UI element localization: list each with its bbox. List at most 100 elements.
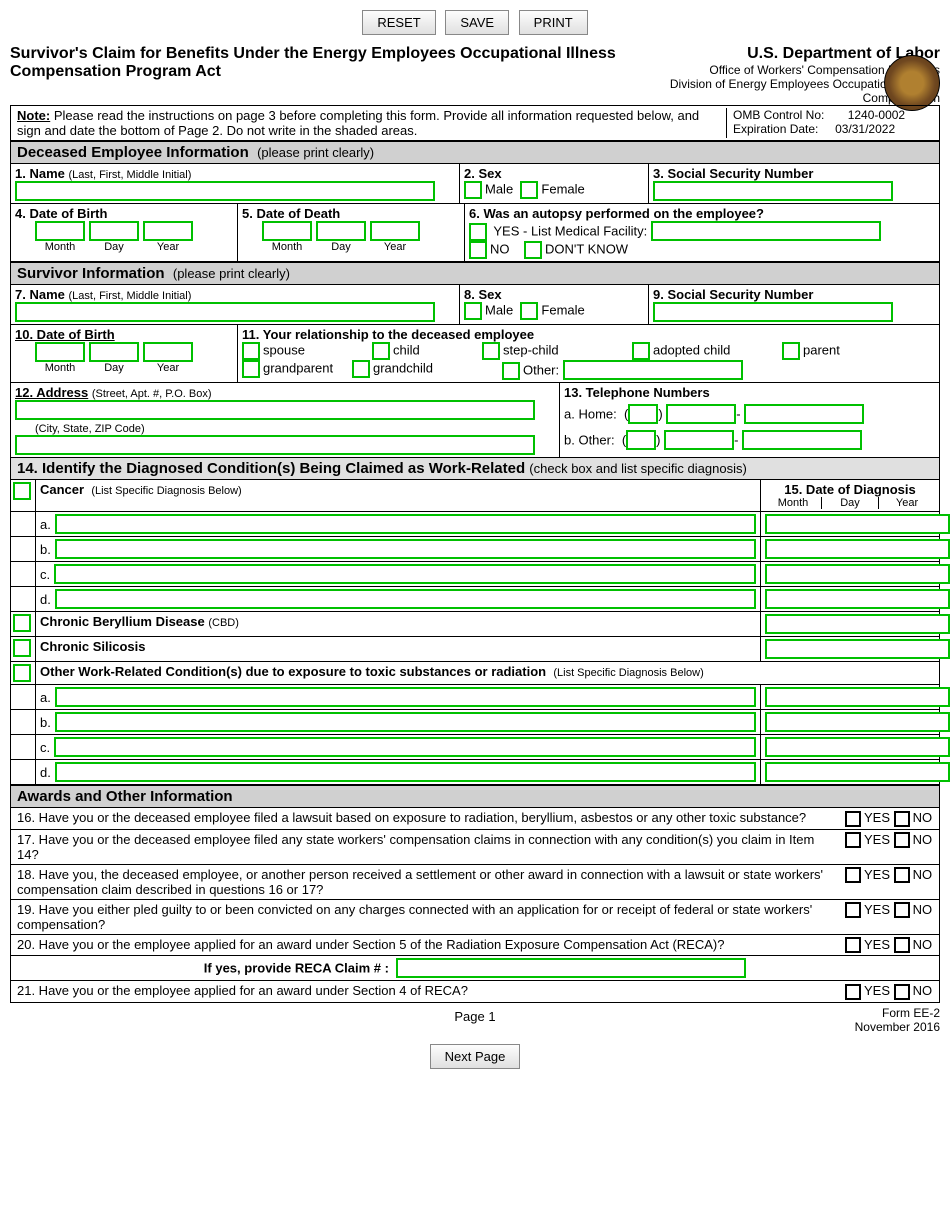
address-street-input[interactable]: [15, 400, 535, 420]
q13b: b. Other:: [564, 433, 615, 448]
other-cond-checkbox[interactable]: [13, 664, 31, 682]
rel-adopted-checkbox[interactable]: [632, 342, 650, 360]
q20b: If yes, provide RECA Claim # :: [204, 961, 389, 976]
rel-spouse-checkbox[interactable]: [242, 342, 260, 360]
other-post-input[interactable]: [742, 430, 862, 450]
q18-no-checkbox[interactable]: [894, 867, 910, 883]
cbd-m-input[interactable]: [765, 614, 950, 634]
q21-yes-checkbox[interactable]: [845, 984, 861, 1000]
q4-label: 4. Date of Birth: [15, 206, 107, 221]
cancer-rows-d-m[interactable]: [765, 589, 950, 609]
cancer-rows-b-m[interactable]: [765, 539, 950, 559]
dol-seal-icon: [884, 55, 940, 111]
autopsy-no-checkbox[interactable]: [469, 241, 487, 259]
silicosis-checkbox[interactable]: [13, 639, 31, 657]
survivor-ssn-input[interactable]: [653, 302, 893, 322]
female-checkbox[interactable]: [520, 181, 538, 199]
reca-claim-input[interactable]: [396, 958, 746, 978]
rel-gchild-checkbox[interactable]: [352, 360, 370, 378]
q17-yes-checkbox[interactable]: [845, 832, 861, 848]
q19-yes-checkbox[interactable]: [845, 902, 861, 918]
rel-gparent-checkbox[interactable]: [242, 360, 260, 378]
home-pre-input[interactable]: [666, 404, 736, 424]
q16-yes-checkbox[interactable]: [845, 811, 861, 827]
q1-hint: (Last, First, Middle Initial): [69, 169, 192, 181]
q21: 21. Have you or the employee applied for…: [11, 981, 841, 1002]
mdy-m: Month: [765, 497, 822, 509]
q6-dk: DON'T KNOW: [545, 242, 628, 257]
print-button[interactable]: PRINT: [519, 10, 588, 35]
dob-month-input[interactable]: [35, 221, 85, 241]
cancer-rows-b-input[interactable]: [55, 539, 756, 559]
rel-child-checkbox[interactable]: [372, 342, 390, 360]
other-rows-c-m[interactable]: [765, 737, 950, 757]
dob-day-input[interactable]: [89, 221, 139, 241]
rel-step-checkbox[interactable]: [482, 342, 500, 360]
q21-no-checkbox[interactable]: [894, 984, 910, 1000]
other-rows-d-m[interactable]: [765, 762, 950, 782]
rel-parent-checkbox[interactable]: [782, 342, 800, 360]
q20-yes-checkbox[interactable]: [845, 937, 861, 953]
other-rows-b-input[interactable]: [55, 712, 756, 732]
sdob-month-input[interactable]: [35, 342, 85, 362]
rel-adopted: adopted child: [653, 343, 730, 358]
address-city-input[interactable]: [15, 435, 535, 455]
male-checkbox[interactable]: [464, 181, 482, 199]
q19-no-checkbox[interactable]: [894, 902, 910, 918]
dod-month-input[interactable]: [262, 221, 312, 241]
reset-button[interactable]: RESET: [362, 10, 435, 35]
other-rows-a-m[interactable]: [765, 687, 950, 707]
q20-no-checkbox[interactable]: [894, 937, 910, 953]
q15-label: 15. Date of Diagnosis: [765, 482, 935, 497]
dod-day-input[interactable]: [316, 221, 366, 241]
cbd-checkbox[interactable]: [13, 614, 31, 632]
cancer-checkbox[interactable]: [13, 482, 31, 500]
surv-female-checkbox[interactable]: [520, 302, 538, 320]
surv-male-checkbox[interactable]: [464, 302, 482, 320]
home-post-input[interactable]: [744, 404, 864, 424]
q6-yes: YES - List Medical Facility:: [493, 224, 647, 239]
autopsy-yes-checkbox[interactable]: [469, 223, 487, 241]
other-pre-input[interactable]: [664, 430, 734, 450]
next-page-button[interactable]: Next Page: [430, 1044, 521, 1069]
q17-no-checkbox[interactable]: [894, 832, 910, 848]
deceased-name-input[interactable]: [15, 181, 435, 201]
sdob-y: Year: [157, 362, 179, 374]
home-area-input[interactable]: [628, 404, 658, 424]
cancer-rows-d-input[interactable]: [55, 589, 756, 609]
dod-year-input[interactable]: [370, 221, 420, 241]
rel-child: child: [393, 343, 420, 358]
dob-d-lbl: Day: [104, 241, 124, 253]
rel-other-checkbox[interactable]: [502, 362, 520, 380]
other-cond-hint: (List Specific Diagnosis Below): [553, 667, 703, 679]
hint-print2: (please print clearly): [173, 266, 290, 281]
cancer-rows-c-m[interactable]: [765, 564, 950, 584]
rel-gparent: grandparent: [263, 361, 333, 376]
q18: 18. Have you, the deceased employee, or …: [11, 865, 841, 899]
sdob-day-input[interactable]: [89, 342, 139, 362]
other-rows-c-input[interactable]: [54, 737, 756, 757]
dob-m-lbl: Month: [45, 241, 76, 253]
rel-other-input[interactable]: [563, 360, 743, 380]
other-rows-b-m[interactable]: [765, 712, 950, 732]
cbd-label: Chronic Beryllium Disease: [40, 614, 205, 629]
dob-year-input[interactable]: [143, 221, 193, 241]
other-rows-a-input[interactable]: [55, 687, 756, 707]
autopsy-facility-input[interactable]: [651, 221, 881, 241]
sil-m-input[interactable]: [765, 639, 950, 659]
q9-label: 9. Social Security Number: [653, 287, 813, 302]
cancer-rows-a-input[interactable]: [55, 514, 756, 534]
cancer-rows-c-input[interactable]: [54, 564, 756, 584]
autopsy-dk-checkbox[interactable]: [524, 241, 542, 259]
deceased-ssn-input[interactable]: [653, 181, 893, 201]
save-button[interactable]: SAVE: [445, 10, 509, 35]
surv-male-label: Male: [485, 303, 513, 318]
sdob-year-input[interactable]: [143, 342, 193, 362]
other-area-input[interactable]: [626, 430, 656, 450]
q18-yes-checkbox[interactable]: [845, 867, 861, 883]
other-rows-d-input[interactable]: [55, 762, 756, 782]
cancer-rows-a-m[interactable]: [765, 514, 950, 534]
survivor-name-input[interactable]: [15, 302, 435, 322]
sil-label: Chronic Silicosis: [40, 639, 145, 654]
q16-no-checkbox[interactable]: [894, 811, 910, 827]
